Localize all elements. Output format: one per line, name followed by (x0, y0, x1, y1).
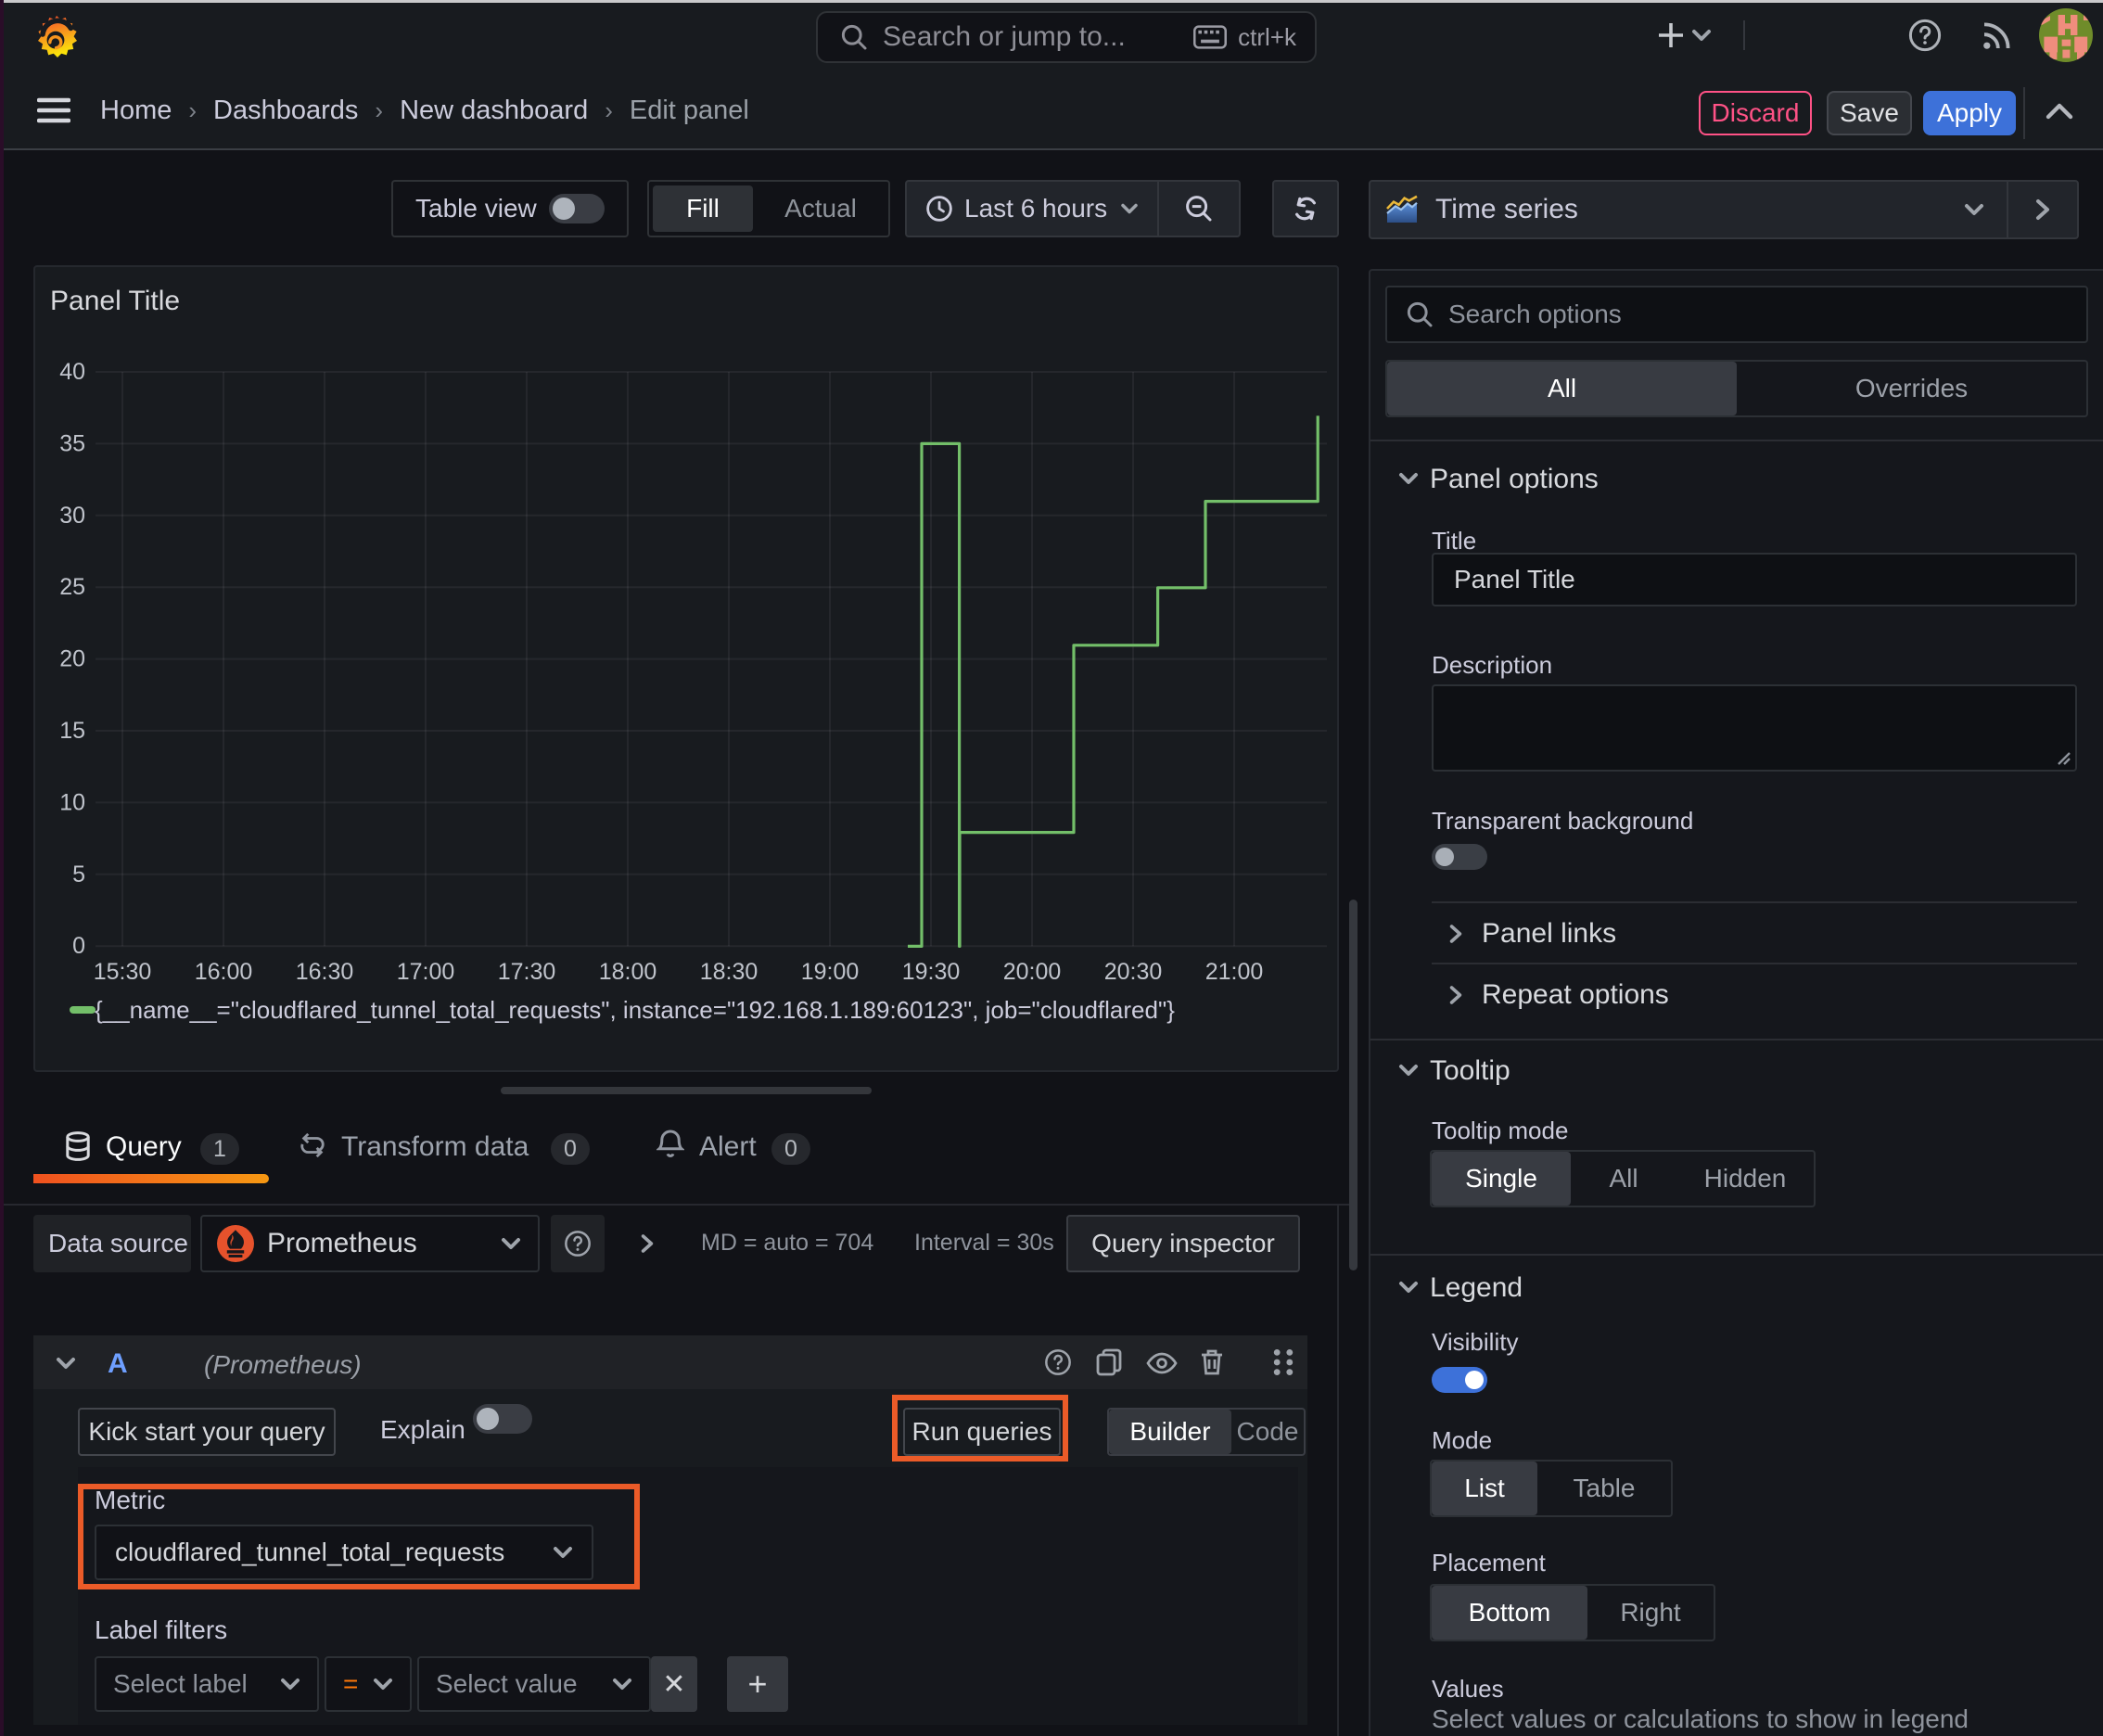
svg-text:15: 15 (59, 718, 85, 744)
svg-text:10: 10 (59, 789, 85, 815)
svg-text:15:30: 15:30 (94, 959, 152, 985)
svg-text:25: 25 (59, 574, 85, 600)
svg-text:35: 35 (59, 430, 85, 456)
svg-text:19:00: 19:00 (801, 959, 860, 985)
svg-text:19:30: 19:30 (902, 959, 961, 985)
svg-text:30: 30 (59, 503, 85, 529)
svg-text:40: 40 (59, 359, 85, 385)
svg-text:0: 0 (72, 933, 85, 959)
svg-text:20: 20 (59, 646, 85, 672)
svg-text:16:00: 16:00 (195, 959, 253, 985)
svg-text:21:00: 21:00 (1205, 959, 1264, 985)
svg-text:18:00: 18:00 (599, 959, 657, 985)
svg-text:17:00: 17:00 (397, 959, 455, 985)
svg-text:18:30: 18:30 (700, 959, 758, 985)
svg-text:20:30: 20:30 (1104, 959, 1163, 985)
svg-text:16:30: 16:30 (296, 959, 354, 985)
svg-text:5: 5 (72, 862, 85, 887)
svg-text:17:30: 17:30 (498, 959, 556, 985)
svg-text:20:00: 20:00 (1003, 959, 1062, 985)
svg-text:{__name__="cloudflared_tunnel_: {__name__="cloudflared_tunnel_total_requ… (95, 996, 1175, 1024)
